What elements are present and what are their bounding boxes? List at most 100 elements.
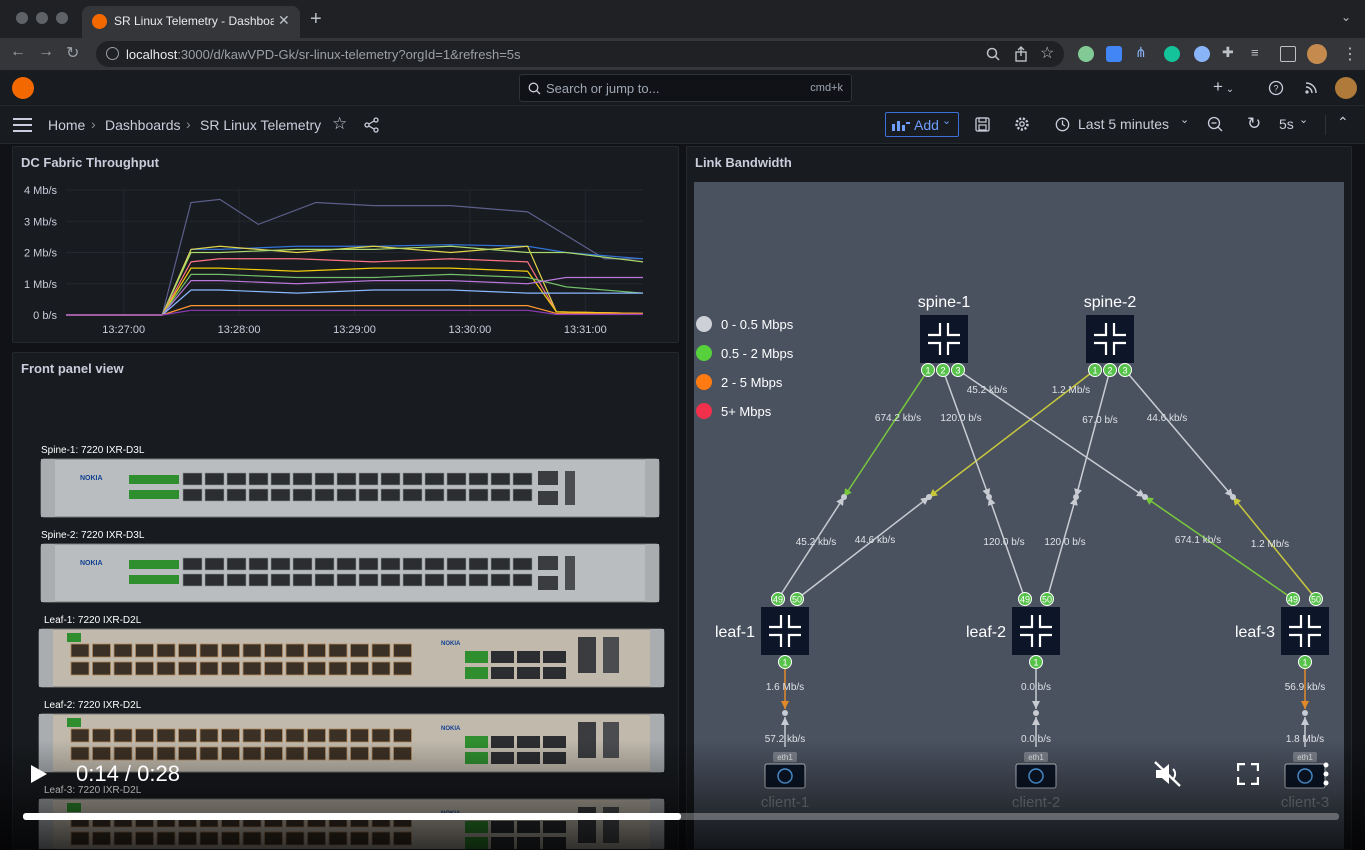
sfp-port — [490, 488, 511, 502]
port-number: 1 — [925, 366, 930, 376]
reload-icon[interactable]: ↻ — [66, 43, 79, 63]
sfp-port — [380, 488, 401, 502]
breadcrumb-current: SR Linux Telemetry — [200, 117, 322, 133]
chevron-down-icon[interactable]: ⌄ — [1299, 113, 1308, 126]
refresh-icon[interactable]: ↻ — [1247, 114, 1261, 134]
site-info-icon[interactable] — [106, 47, 119, 60]
window-close-icon[interactable] — [16, 12, 28, 24]
video-progress-bar[interactable] — [23, 813, 1339, 820]
sfp-port — [512, 573, 533, 587]
sfp-port — [285, 643, 305, 658]
add-button-label: Add — [914, 117, 939, 133]
x-tick-label: 13:29:00 — [333, 324, 376, 336]
sfp-port — [402, 557, 423, 571]
play-icon[interactable] — [30, 764, 48, 784]
qsfp-port — [465, 651, 488, 663]
sfp-port — [393, 661, 412, 676]
time-range-picker[interactable]: Last 5 minutes — [1078, 116, 1169, 132]
clock-icon[interactable] — [1055, 117, 1070, 132]
qsfp-port — [517, 651, 540, 663]
window-minimize-icon[interactable] — [36, 12, 48, 24]
y-tick-label: 1 Mb/s — [24, 279, 58, 291]
new-tab-button[interactable]: + — [310, 8, 322, 31]
tab-title: SR Linux Telemetry - Dashboard — [114, 14, 274, 28]
grafana-top-nav: Search or jump to... cmd+k + ⌄ ? — [0, 70, 1365, 106]
fullscreen-icon[interactable] — [1237, 763, 1259, 785]
port-number: 3 — [955, 366, 960, 376]
new-button[interactable]: + ⌄ — [1213, 77, 1234, 97]
port-led — [129, 490, 179, 499]
mute-icon[interactable] — [1154, 761, 1182, 787]
user-avatar[interactable] — [1335, 77, 1357, 99]
grammarly-icon[interactable] — [1164, 46, 1180, 62]
sfp-port — [402, 472, 423, 486]
zoom-out-icon[interactable] — [1207, 116, 1223, 132]
forward-arrow-icon[interactable]: → — [38, 43, 54, 61]
help-icon[interactable]: ? — [1268, 80, 1284, 96]
extensions-puzzle-icon[interactable]: ✚ — [1222, 44, 1238, 60]
breadcrumb-home[interactable]: Home — [48, 117, 85, 133]
sfp-port — [221, 643, 240, 658]
sfp-port — [292, 557, 313, 571]
router-box — [920, 315, 968, 363]
browser-menu-icon[interactable]: ⋮ — [1342, 44, 1358, 64]
url-path: :3000/d/kawVPD-Gk/sr-linux-telemetry?org… — [177, 47, 521, 62]
side-panel-icon[interactable] — [1280, 46, 1296, 62]
save-icon[interactable] — [975, 117, 990, 132]
menu-hamburger-icon[interactable] — [13, 117, 33, 133]
add-button[interactable]: Add ⌄ — [885, 112, 959, 137]
share-icon[interactable] — [1014, 46, 1028, 62]
port-number: 1 — [1302, 658, 1307, 668]
sfp-port — [221, 661, 240, 676]
leaf-1-router-icon — [761, 607, 809, 655]
sfp-port — [468, 472, 489, 486]
sfp-port — [468, 488, 489, 502]
tab-search-chevron-icon[interactable]: ⌄ — [1341, 10, 1351, 24]
settings-gear-icon[interactable] — [1014, 116, 1030, 132]
throughput-panel[interactable]: DC Fabric Throughput 0 b/s 1 Mb/s 2 Mb/s 3 … — [12, 146, 679, 343]
breadcrumb-dashboards[interactable]: Dashboards — [105, 117, 181, 133]
extension-blue-icon[interactable] — [1194, 46, 1210, 62]
sfp-port — [358, 557, 379, 571]
browser-address-bar: ← → ↻ localhost:3000/d/kawVPD-Gk/sr-linu… — [0, 38, 1365, 70]
bookmark-star-icon[interactable]: ☆ — [1040, 43, 1054, 63]
nokia-brand-label: NOKIA — [80, 475, 103, 482]
favorite-star-icon[interactable]: ☆ — [332, 114, 347, 134]
back-arrow-icon[interactable]: ← — [10, 43, 26, 61]
sfp-port — [490, 573, 511, 587]
browser-tab[interactable]: SR Linux Telemetry - Dashboard ✕ — [82, 6, 300, 38]
link-midpoint — [1302, 710, 1308, 716]
qsfp-port — [543, 651, 566, 663]
sfp-port — [490, 557, 511, 571]
collapse-up-icon[interactable]: ⌃ — [1337, 114, 1349, 131]
qsfp-port — [491, 667, 514, 679]
mgmt-port — [538, 556, 558, 570]
search-input[interactable]: Search or jump to... cmd+k — [519, 74, 852, 102]
video-more-options-icon[interactable] — [1321, 762, 1331, 786]
tab-close-icon[interactable]: ✕ — [278, 12, 290, 29]
extension-green-icon[interactable] — [1078, 46, 1094, 62]
device-chassis — [38, 628, 665, 688]
rss-news-icon[interactable] — [1304, 81, 1318, 95]
sfp-port — [199, 661, 219, 676]
url-input[interactable]: localhost:3000/d/kawVPD-Gk/sr-linux-tele… — [96, 41, 1064, 67]
link-midpoint — [1033, 710, 1039, 716]
grafana-logo-icon[interactable] — [12, 77, 34, 99]
translate-icon[interactable] — [1106, 46, 1122, 62]
refresh-interval[interactable]: 5s — [1279, 116, 1294, 132]
sfp-port — [156, 661, 176, 676]
chevron-down-icon[interactable]: ⌄ — [1180, 113, 1189, 126]
legend-swatch — [696, 374, 712, 390]
sitemap-icon[interactable]: ⋔ — [1135, 44, 1151, 60]
zoom-search-icon[interactable] — [986, 47, 1000, 61]
port-led — [67, 718, 81, 727]
grafana-favicon-icon — [92, 14, 107, 29]
port-number: 1 — [782, 658, 787, 668]
profile-avatar[interactable] — [1307, 44, 1327, 64]
window-zoom-icon[interactable] — [56, 12, 68, 24]
sfp-port — [314, 557, 335, 571]
share-icon[interactable] — [364, 117, 380, 133]
sfp-port — [358, 573, 379, 587]
reading-list-icon[interactable]: ≡ — [1251, 45, 1267, 61]
plus-icon: + — [1213, 77, 1223, 96]
